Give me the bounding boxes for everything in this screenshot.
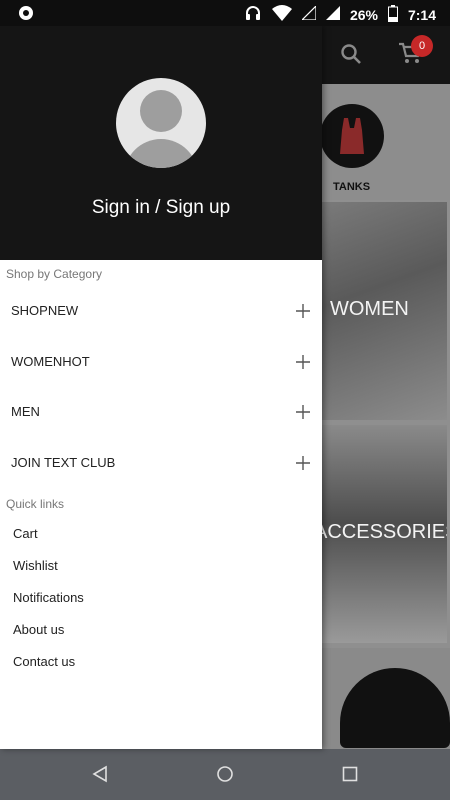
drawer-header: Sign in / Sign up (0, 26, 322, 260)
back-icon[interactable] (91, 765, 109, 783)
signin-link[interactable]: Sign in / Sign up (0, 197, 322, 219)
cap-image (340, 668, 450, 748)
plus-icon[interactable] (296, 304, 310, 323)
cap-product-image[interactable] (322, 648, 450, 749)
notification-icon (18, 5, 34, 26)
category-womenhot[interactable]: WOMENHOT (0, 338, 322, 388)
avatar[interactable] (116, 78, 206, 168)
accessories-banner-label: ACCESSORIES (322, 521, 447, 543)
quick-link-wishlist[interactable]: Wishlist (13, 558, 58, 573)
system-nav-bar (0, 749, 450, 800)
quick-links-label: Quick links (6, 497, 65, 511)
battery-icon (387, 4, 398, 25)
plus-icon[interactable] (296, 456, 310, 475)
signal-empty-icon (300, 4, 317, 23)
shop-by-category-label: Shop by Category (6, 267, 103, 281)
category-tanks-label: TANKS (333, 181, 371, 193)
category-shopnew[interactable]: SHOPNEW (0, 287, 322, 337)
wifi-icon (271, 5, 292, 24)
category-men[interactable]: MEN (0, 388, 322, 438)
accessories-banner[interactable]: ACCESSORIES (322, 425, 447, 643)
plus-icon[interactable] (296, 355, 310, 374)
quick-link-notifications[interactable]: Notifications (13, 590, 84, 605)
clock: 7:14 (407, 6, 436, 23)
category-label: SHOPNEW (11, 303, 79, 318)
navigation-drawer: Sign in / Sign up Shop by Category SHOPN… (0, 26, 322, 749)
battery-percent: 26% (349, 6, 378, 23)
signal-icon (325, 6, 340, 23)
quick-link-contact-us[interactable]: Contact us (13, 654, 75, 669)
category-join-text-club[interactable]: JOIN TEXT CLUB (0, 439, 322, 489)
women-banner-label: WOMEN (330, 298, 409, 320)
category-label: MEN (11, 404, 40, 419)
cart-badge: 0 (411, 35, 433, 57)
status-bar: 26% 7:14 (0, 0, 450, 26)
quick-link-cart[interactable]: Cart (13, 526, 38, 541)
search-icon[interactable] (340, 43, 362, 70)
category-label: WOMENHOT (11, 354, 90, 369)
quick-link-about-us[interactable]: About us (13, 622, 64, 637)
headphones-icon (244, 4, 262, 25)
category-tanks-image[interactable] (320, 104, 384, 168)
category-label: JOIN TEXT CLUB (11, 455, 116, 470)
women-banner[interactable]: WOMEN (322, 202, 447, 420)
home-icon[interactable] (216, 765, 234, 783)
recents-icon[interactable] (342, 766, 358, 782)
plus-icon[interactable] (296, 405, 310, 424)
